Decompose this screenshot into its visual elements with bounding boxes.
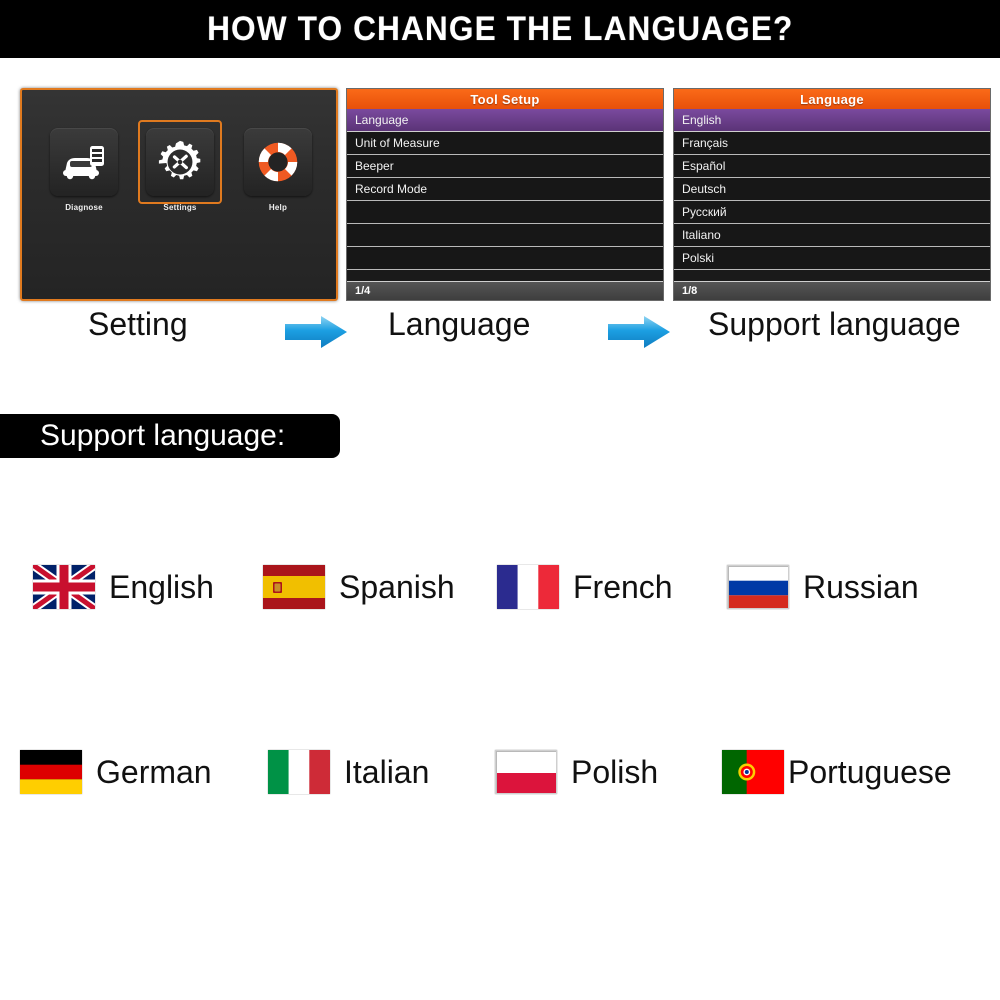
home-tile-label: Help	[268, 203, 288, 212]
list-item[interactable]: Beeper	[347, 155, 663, 178]
device-screens-row: Diagnose Settings Help Tool Setup Langua…	[0, 58, 1000, 308]
language-label: Polish	[571, 753, 659, 790]
language-entry-portuguese: Portuguese	[722, 750, 952, 794]
gear-tools-icon	[158, 140, 201, 180]
list-item[interactable]: Record Mode	[347, 178, 663, 201]
language-entry-polish: Polish	[495, 750, 658, 794]
right-arrow-icon	[608, 316, 670, 348]
list-item[interactable]: Italiano	[674, 224, 990, 247]
flow-step-label-setting: Setting	[88, 306, 188, 342]
language-entry-russian: Russian	[727, 565, 919, 609]
home-menu-screen: Diagnose Settings Help	[20, 88, 338, 301]
language-label: Italian	[344, 753, 430, 790]
flag-germany-icon	[20, 750, 82, 794]
language-entry-spanish: Spanish	[263, 565, 455, 609]
support-language-banner: Support language:	[0, 414, 340, 458]
life-ring-icon	[258, 142, 298, 182]
tool-setup-screen: Tool Setup Language Unit of Measure Beep…	[346, 88, 664, 301]
language-label: English	[109, 568, 214, 605]
language-entry-english: English	[33, 565, 214, 609]
car-scanner-icon	[63, 146, 104, 180]
list-item[interactable]: Deutsch	[674, 178, 990, 201]
language-entry-german: German	[20, 750, 212, 794]
list-item[interactable]: Language	[347, 109, 663, 132]
page-indicator: 1/8	[674, 281, 990, 300]
settings-tile-box[interactable]	[146, 128, 214, 196]
flag-spain-icon	[263, 565, 325, 609]
tool-setup-title: Tool Setup	[347, 89, 663, 109]
list-item	[347, 201, 663, 224]
list-item[interactable]: Polski	[674, 247, 990, 270]
flow-caption-row: Setting Language Support language	[0, 300, 1000, 362]
language-label: Portuguese	[788, 753, 952, 790]
diagnose-tile-box[interactable]	[50, 128, 118, 196]
language-screen-title: Language	[674, 89, 990, 109]
right-arrow-icon	[285, 316, 347, 348]
supported-language-grid: English Spanish French Russian German It…	[0, 545, 1000, 835]
language-entry-french: French	[497, 565, 673, 609]
flag-uk-icon	[33, 565, 95, 609]
page-indicator: 1/4	[347, 281, 663, 300]
support-language-banner-text: Support language:	[40, 419, 286, 452]
flag-russia-icon	[727, 565, 789, 609]
language-list: English Français Español Deutsch Русский…	[674, 109, 990, 270]
home-tile-help[interactable]: Help	[228, 128, 328, 212]
flag-poland-icon	[495, 750, 557, 794]
flag-italy-icon	[268, 750, 330, 794]
flag-france-icon	[497, 565, 559, 609]
language-label: Spanish	[339, 568, 455, 605]
language-label: German	[96, 753, 212, 790]
page-title: HOW TO CHANGE THE LANGUAGE?	[206, 9, 794, 48]
home-tile-label: Diagnose	[65, 203, 103, 212]
language-label: Russian	[803, 568, 919, 605]
list-item[interactable]: Español	[674, 155, 990, 178]
flow-step-label-support: Support language	[708, 306, 961, 342]
language-label: French	[573, 568, 673, 605]
flag-portugal-icon	[722, 750, 784, 794]
list-item[interactable]: English	[674, 109, 990, 132]
list-item[interactable]: Français	[674, 132, 990, 155]
header-banner: HOW TO CHANGE THE LANGUAGE?	[0, 0, 1000, 58]
flow-step-label-language: Language	[388, 306, 531, 342]
language-list-screen: Language English Français Español Deutsc…	[673, 88, 991, 301]
list-item	[347, 224, 663, 247]
list-item[interactable]: Unit of Measure	[347, 132, 663, 155]
home-tile-settings[interactable]: Settings	[130, 120, 230, 212]
home-tile-diagnose[interactable]: Diagnose	[34, 128, 134, 212]
language-entry-italian: Italian	[268, 750, 429, 794]
list-item	[347, 247, 663, 270]
home-tile-label: Settings	[163, 203, 197, 212]
help-tile-box[interactable]	[244, 128, 312, 196]
list-item[interactable]: Русский	[674, 201, 990, 224]
tool-setup-list: Language Unit of Measure Beeper Record M…	[347, 109, 663, 270]
